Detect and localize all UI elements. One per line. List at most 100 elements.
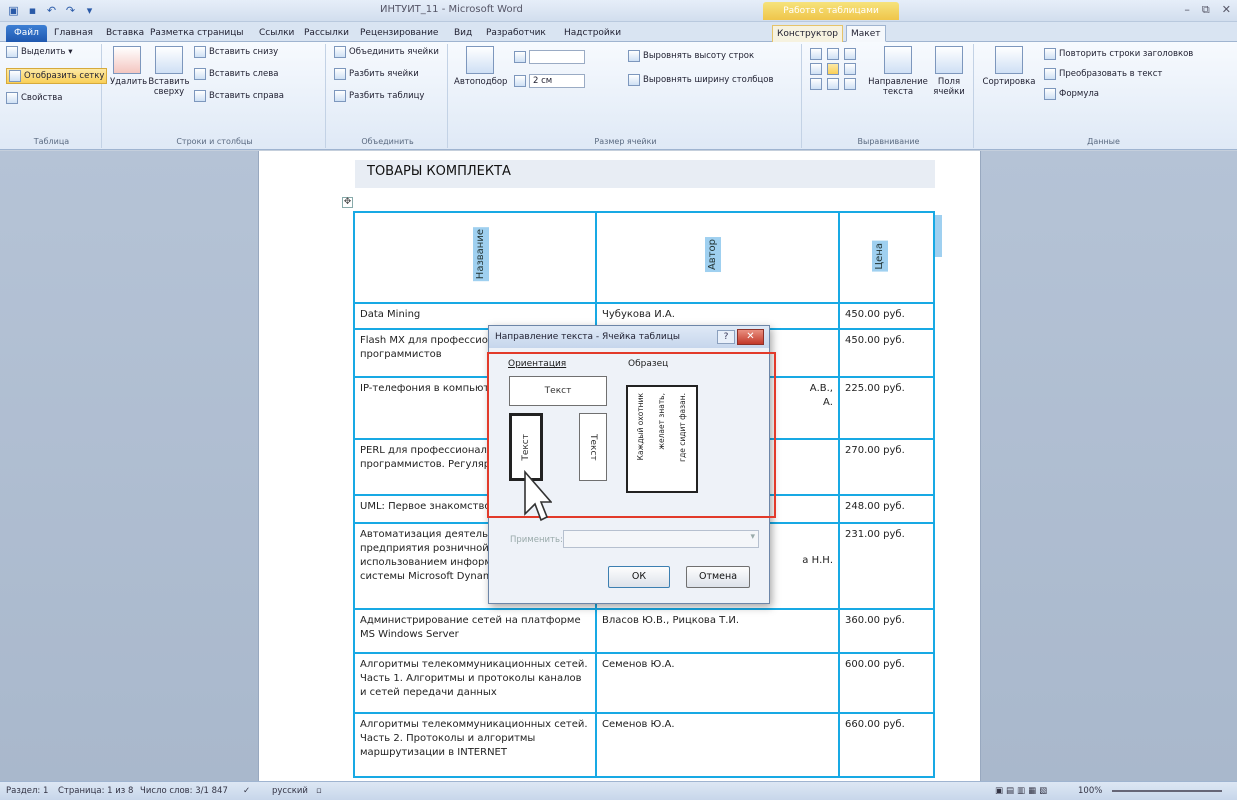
dialog-help-button[interactable]: ? [717,330,735,344]
sort-button[interactable]: Сортировка [980,46,1038,87]
insert-left-button[interactable]: Вставить слева [194,68,278,80]
align-top-left-icon[interactable] [810,48,822,60]
table-header-cell[interactable]: Название [353,211,597,304]
column-width-field[interactable]: 2 см [514,74,585,88]
split-table-button[interactable]: Разбить таблицу [334,90,424,102]
view-gridlines-button[interactable]: Отобразить сетку [6,68,108,84]
tab-file[interactable]: Файл [6,25,47,42]
table-cell-price[interactable]: 450.00 руб. [838,302,935,330]
insert-below-button[interactable]: Вставить снизу [194,46,278,58]
table-cell-author[interactable]: Семенов Ю.А. [595,712,840,778]
repeat-header-rows-button[interactable]: Повторить строки заголовков [1044,48,1193,60]
customize-qat-icon[interactable]: ▾ [82,3,97,18]
split-cells-icon [334,68,346,80]
distribute-columns-icon [628,74,640,86]
select-button[interactable]: Выделить ▾ [6,46,73,58]
align-bottom-left-icon[interactable] [810,78,822,90]
tab-developer[interactable]: Разработчик [482,25,550,42]
convert-text-icon [1044,68,1056,80]
alignment-buttons [810,48,858,90]
split-cells-button[interactable]: Разбить ячейки [334,68,419,80]
insert-left-icon [194,68,206,80]
table-cell-title[interactable]: Алгоритмы телекоммуникационных сетей. Ча… [353,712,597,778]
align-center-right-icon[interactable] [844,63,856,75]
distribute-rows-button[interactable]: Выровнять высоту строк [628,50,754,62]
status-language[interactable]: русский [272,782,308,800]
repeat-header-icon [1044,48,1056,60]
tab-mailings[interactable]: Рассылки [300,25,353,42]
table-cell-price[interactable]: 360.00 руб. [838,608,935,654]
table-header-cell[interactable]: Автор [595,211,840,304]
tab-addins[interactable]: Надстройки [560,25,625,42]
tab-page-layout[interactable]: Разметка страницы [146,25,248,42]
apply-to-select[interactable]: ▾ [563,530,759,548]
table-cell-price[interactable]: 248.00 руб. [838,494,935,524]
tab-references[interactable]: Ссылки [255,25,298,42]
merge-cells-button[interactable]: Объединить ячейки [334,46,439,58]
group-cell-size: Автоподбор 2 см Выровнять высоту строк В… [450,44,802,148]
table-move-handle-icon[interactable]: ✥ [342,197,353,208]
table-cell-price[interactable]: 225.00 руб. [838,376,935,440]
window-title: ИНТУИТ_11 - Microsoft Word [380,4,523,15]
text-direction-icon [884,46,912,74]
close-window-button[interactable]: ✕ [1222,3,1231,17]
delete-button[interactable]: Удалить [110,46,147,87]
cancel-button[interactable]: Отмена [686,566,750,588]
header-title: Название [473,227,489,282]
word-icon[interactable]: ▣ [6,3,21,18]
maximize-button[interactable]: ⧉ [1202,3,1210,17]
align-center-left-icon[interactable] [810,63,822,75]
formula-button[interactable]: Формула [1044,88,1099,100]
tab-insert[interactable]: Вставка [102,25,148,42]
align-center-icon[interactable] [827,63,839,75]
table-cell-price[interactable]: 600.00 руб. [838,652,935,714]
macro-record-icon[interactable]: ▫ [316,782,322,800]
cell-margins-button[interactable]: Поля ячейки [928,46,970,97]
tab-home[interactable]: Главная [50,25,97,42]
table-header-cell[interactable]: Цена [838,211,935,304]
align-top-center-icon[interactable] [827,48,839,60]
dialog-close-button[interactable]: ✕ [737,329,764,345]
insert-above-button[interactable]: Вставить сверху [148,46,190,97]
align-bottom-center-icon[interactable] [827,78,839,90]
convert-to-text-button[interactable]: Преобразовать в текст [1044,68,1162,80]
minimize-button[interactable]: – [1184,3,1190,17]
apply-to-label: Применить: [510,535,563,545]
distribute-rows-icon [628,50,640,62]
redo-icon[interactable]: ↷ [63,3,78,18]
align-bottom-right-icon[interactable] [844,78,856,90]
view-mode-buttons[interactable]: ▣▤▥▦▧ [995,782,1050,800]
status-pages[interactable]: Страница: 1 из 8 [58,782,133,800]
delete-icon [113,46,141,74]
zoom-level[interactable]: 100% [1078,782,1102,800]
text-direction-button[interactable]: Направление текста [868,46,928,97]
align-top-right-icon[interactable] [844,48,856,60]
quick-access-toolbar: ▣ ▪ ↶ ↷ ▾ [6,3,97,18]
ok-button[interactable]: ОК [608,566,670,588]
tab-review[interactable]: Рецензирование [356,25,442,42]
status-words[interactable]: Число слов: 3/1 847 [140,782,228,800]
table-cell-price[interactable]: 450.00 руб. [838,328,935,378]
table-cell-price[interactable]: 231.00 руб. [838,522,935,610]
group-label: Объединить [361,137,414,146]
table-cell-title[interactable]: Администрирование сетей на платформе MS … [353,608,597,654]
insert-right-button[interactable]: Вставить справа [194,90,284,102]
table-cell-price[interactable]: 270.00 руб. [838,438,935,496]
properties-button[interactable]: Свойства [6,92,63,104]
tab-view[interactable]: Вид [450,25,476,42]
spellcheck-icon[interactable]: ✓ [243,782,250,800]
save-icon[interactable]: ▪ [25,3,40,18]
table-cell-price[interactable]: 660.00 руб. [838,712,935,778]
mouse-cursor-icon [524,470,552,522]
autofit-button[interactable]: Автоподбор [454,46,507,87]
table-cell-author[interactable]: Семенов Ю.А. [595,652,840,714]
undo-icon[interactable]: ↶ [44,3,59,18]
group-label: Выравнивание [857,137,920,146]
table-cell-title[interactable]: Алгоритмы телекоммуникационных сетей. Ча… [353,652,597,714]
tab-design[interactable]: Конструктор [772,25,843,42]
tab-layout[interactable]: Макет [846,25,886,42]
row-height-field[interactable] [514,50,585,64]
zoom-slider[interactable] [1112,790,1222,792]
table-cell-author[interactable]: Власов Ю.В., Рицкова Т.И. [595,608,840,654]
distribute-columns-button[interactable]: Выровнять ширину столбцов [628,74,774,86]
